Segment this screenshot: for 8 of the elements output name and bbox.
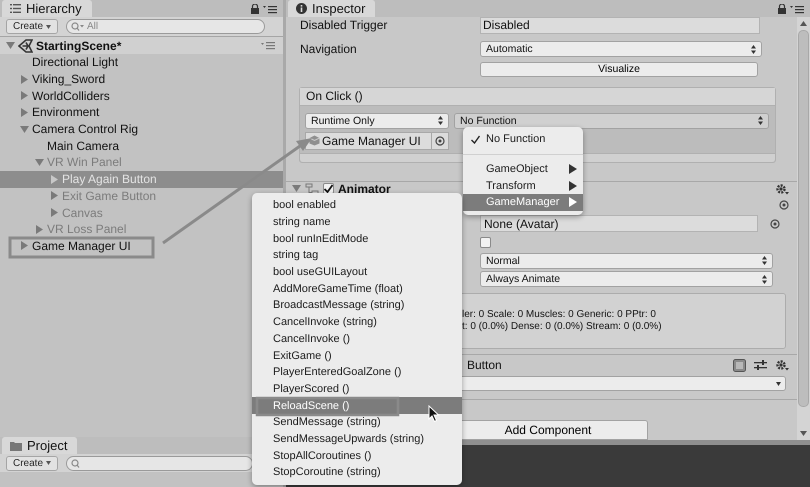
- component-title: Button: [467, 358, 502, 372]
- property-label: Disabled Trigger: [300, 18, 388, 32]
- info-text: ler: 0 Scale: 0 Muscles: 0 Generic: 0 PPtr: 0: [462, 309, 657, 320]
- property-label: Navigation: [300, 42, 358, 56]
- info-text: t: 0 (0.0%) Dense: 0 (0.0%) Stream: 0 (0.0%): [462, 321, 663, 332]
- scene-name: StartingScene*: [36, 38, 122, 52]
- component-title: Animator: [338, 182, 391, 196]
- event-title: On Click (): [306, 89, 363, 104]
